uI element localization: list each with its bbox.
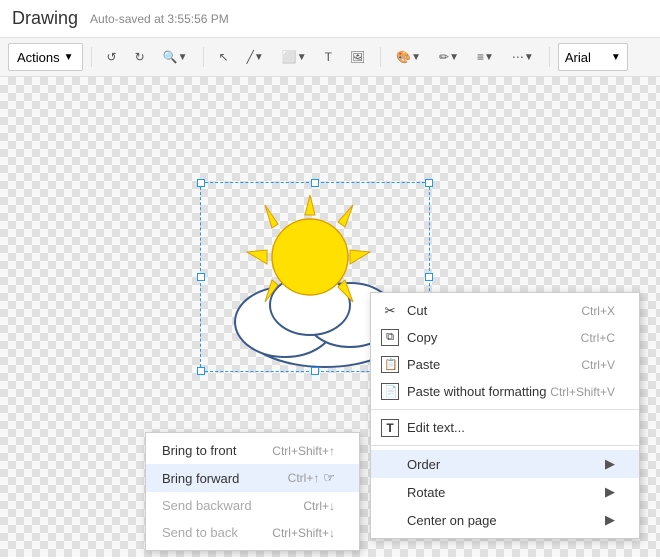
ctx-order[interactable]: Order ▶ (371, 450, 639, 478)
sub-bring-forward[interactable]: Bring forward Ctrl+↑ ☞ (146, 464, 359, 492)
ctx-cut[interactable]: ✂ Cut Ctrl+X (371, 297, 639, 324)
sub-send-to-back-shortcut: Ctrl+Shift+↓ (272, 526, 335, 540)
toolbar: Actions ▼ ↺ ↻ 🔍 ▼ ↖ ╱ ▼ ⬜ ▼ T 🖼 🎨 ▼ ✏ ▼ … (0, 37, 660, 77)
line-dash-icon: ⋯ (512, 50, 524, 64)
undo-button[interactable]: ↺ (100, 43, 124, 71)
paste-icon: 📋 (381, 356, 399, 373)
ctx-copy[interactable]: ⧉ Copy Ctrl+C (371, 324, 639, 351)
toolbar-separator-3 (380, 47, 381, 67)
ctx-edit-text[interactable]: T Edit text... (371, 414, 639, 441)
fill-dropdown-icon: ▼ (411, 52, 421, 63)
zoom-dropdown-icon: ▼ (178, 52, 188, 63)
select-icon: ↖ (219, 50, 229, 64)
sub-bring-forward-label: Bring forward (162, 471, 239, 486)
line-dash-dropdown-icon: ▼ (524, 52, 534, 63)
ctx-paste-shortcut: Ctrl+V (581, 358, 615, 372)
actions-menu-button[interactable]: Actions ▼ (8, 43, 83, 71)
ctx-paste-no-format[interactable]: 📄 Paste without formatting Ctrl+Shift+V (371, 378, 639, 405)
ctx-center-on-page-label: Center on page (407, 513, 497, 528)
sub-bring-to-front[interactable]: Bring to front Ctrl+Shift+↑ (146, 437, 359, 464)
sub-send-backward-shortcut: Ctrl+↓ (303, 499, 335, 513)
ctx-paste-no-format-label: Paste without formatting (407, 384, 546, 399)
ctx-paste-label: Paste (407, 357, 440, 372)
font-dropdown-icon: ▼ (611, 52, 621, 63)
ctx-cut-shortcut: Ctrl+X (581, 304, 615, 318)
toolbar-separator-4 (549, 47, 550, 67)
zoom-button[interactable]: 🔍 ▼ (156, 43, 195, 71)
ctx-copy-label: Copy (407, 330, 437, 345)
sub-bring-to-front-shortcut: Ctrl+Shift+↑ (272, 444, 335, 458)
sub-bring-to-front-label: Bring to front (162, 443, 236, 458)
ctx-separator-2 (371, 445, 639, 446)
select-tool-button[interactable]: ↖ (212, 43, 236, 71)
line-weight-icon: ≡ (477, 50, 484, 64)
shape-icon: ⬜ (282, 50, 297, 64)
redo-icon: ↻ (135, 50, 145, 64)
sub-send-backward-label: Send backward (162, 498, 252, 513)
ctx-paste-no-format-shortcut: Ctrl+Shift+V (550, 385, 615, 399)
line-color-icon: ✏ (439, 50, 449, 64)
text-tool-button[interactable]: T (318, 43, 339, 71)
font-label: Arial (565, 50, 591, 65)
line-weight-button[interactable]: ≡ ▼ (470, 43, 501, 71)
text-icon: T (325, 50, 332, 64)
ctx-copy-shortcut: Ctrl+C (581, 331, 615, 345)
ctx-order-arrow: ▶ (605, 456, 615, 472)
edit-text-icon: T (381, 419, 399, 437)
undo-icon: ↺ (107, 50, 117, 64)
canvas-area[interactable]: ✂ Cut Ctrl+X ⧉ Copy Ctrl+C 📋 Paste Ctrl+… (0, 77, 660, 557)
actions-label: Actions (17, 50, 60, 65)
image-icon: 🖼 (350, 50, 365, 64)
ctx-cut-label: Cut (407, 303, 427, 318)
actions-dropdown-icon: ▼ (64, 52, 74, 63)
zoom-icon: 🔍 (163, 50, 178, 64)
shape-tool-button[interactable]: ⬜ ▼ (275, 43, 314, 71)
line-tool-button[interactable]: ╱ ▼ (240, 43, 271, 71)
autosave-text: Auto-saved at 3:55:56 PM (90, 12, 229, 26)
line-icon: ╱ (247, 50, 254, 64)
sub-send-to-back: Send to back Ctrl+Shift+↓ (146, 519, 359, 546)
fill-color-button[interactable]: 🎨 ▼ (389, 43, 428, 71)
shape-dropdown-icon: ▼ (297, 52, 307, 63)
sub-send-to-back-label: Send to back (162, 525, 238, 540)
ctx-rotate[interactable]: Rotate ▶ (371, 478, 639, 506)
toolbar-separator-2 (203, 47, 204, 67)
paste-no-format-icon: 📄 (381, 383, 399, 400)
image-tool-button[interactable]: 🖼 (343, 43, 372, 71)
context-menu: ✂ Cut Ctrl+X ⧉ Copy Ctrl+C 📋 Paste Ctrl+… (370, 292, 640, 539)
fill-color-icon: 🎨 (396, 50, 411, 64)
ctx-paste[interactable]: 📋 Paste Ctrl+V (371, 351, 639, 378)
line-color-button[interactable]: ✏ ▼ (432, 43, 466, 71)
line-dropdown-icon: ▼ (254, 52, 264, 63)
sub-send-backward: Send backward Ctrl+↓ (146, 492, 359, 519)
app-title: Drawing (12, 8, 78, 29)
ctx-edit-text-label: Edit text... (407, 420, 465, 435)
redo-button[interactable]: ↻ (128, 43, 152, 71)
toolbar-separator-1 (91, 47, 92, 67)
cursor-hand-icon: ☞ (323, 470, 335, 486)
cut-icon: ✂ (381, 303, 399, 319)
ctx-center-on-page-arrow: ▶ (605, 512, 615, 528)
title-bar: Drawing Auto-saved at 3:55:56 PM (0, 0, 660, 37)
line-weight-dropdown-icon: ▼ (484, 52, 494, 63)
ctx-center-on-page[interactable]: Center on page ▶ (371, 506, 639, 534)
line-color-dropdown-icon: ▼ (449, 52, 459, 63)
sub-bring-forward-shortcut: Ctrl+↑ (288, 471, 320, 485)
copy-icon: ⧉ (381, 329, 399, 346)
ctx-order-label: Order (407, 457, 440, 472)
ctx-rotate-arrow: ▶ (605, 484, 615, 500)
submenu-order: Bring to front Ctrl+Shift+↑ Bring forwar… (145, 432, 360, 551)
ctx-separator-1 (371, 409, 639, 410)
ctx-rotate-label: Rotate (407, 485, 445, 500)
line-dash-button[interactable]: ⋯ ▼ (505, 43, 541, 71)
font-selector[interactable]: Arial ▼ (558, 43, 628, 71)
